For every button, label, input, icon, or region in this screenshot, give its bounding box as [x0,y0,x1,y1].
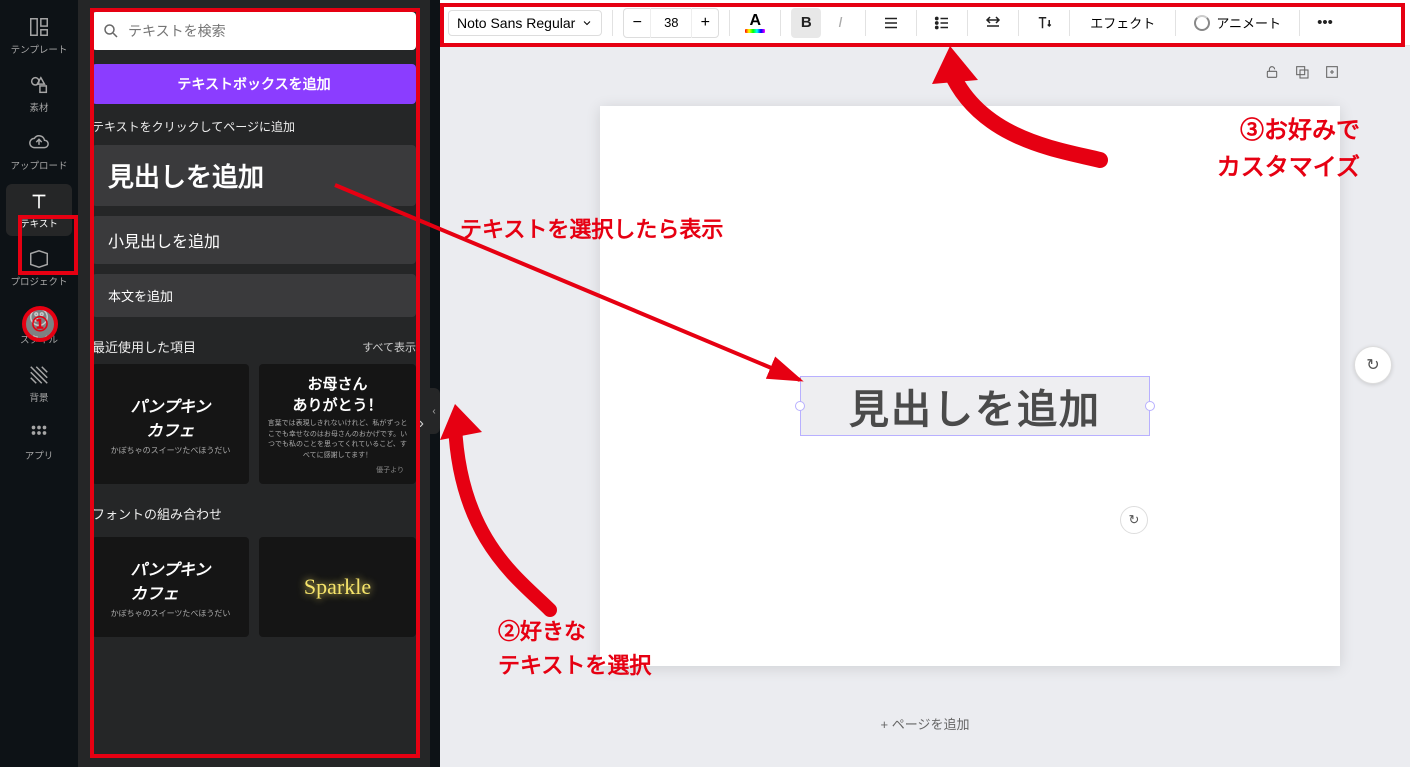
sync-button[interactable]: ↻ [1120,506,1148,534]
carousel-next-icon[interactable]: › [419,415,424,433]
list-button[interactable] [927,8,957,38]
rail-elements[interactable]: 素材 [6,68,72,120]
add-textbox-button[interactable]: テキストボックスを追加 [92,64,416,104]
animate-button[interactable]: アニメート [1186,13,1289,32]
show-all-link[interactable]: すべて表示 [362,339,416,355]
annotation-step-1: ① [22,306,58,342]
rail-apps[interactable]: アプリ [6,416,72,468]
font-combo-title: フォントの組み合わせ [92,504,222,523]
separator [612,10,613,36]
textbox-text[interactable]: 見出しを追加 [849,377,1101,435]
floating-action-button[interactable]: ↻ [1354,346,1392,384]
canvas-area: 見出しを追加 ↻ ↻ + ページを追加 [440,46,1410,767]
rail-apps-label: アプリ [25,448,54,462]
rail-upload-label: アップロード [10,158,67,172]
recent-title: 最近使用した項目 [92,337,196,356]
color-swatch [745,29,765,33]
effects-button[interactable]: エフェクト [1080,13,1165,32]
search-input[interactable] [128,23,406,39]
add-body-button[interactable]: 本文を追加 [92,274,416,317]
rail-text[interactable]: テキスト [6,184,72,236]
selected-textbox[interactable]: 見出しを追加 [800,376,1150,436]
rail-upload[interactable]: アップロード [6,126,72,178]
separator [1299,10,1300,36]
left-rail: テンプレート 素材 アップロード テキスト プロジェクト スタイル 背景 アプリ [0,0,78,767]
text-toolbar: Noto Sans Regular − 38 + A B I エフェクト アニメ… [440,0,1410,46]
separator [865,10,866,36]
text-color-icon: A [750,13,762,29]
text-color-button[interactable]: A [740,13,770,33]
font-size-increase[interactable]: + [692,14,718,32]
combo-thumb-1[interactable]: パンプキンカフェ かぼちゃのスイーツたべほうだい [92,537,249,637]
combo-thumb-2[interactable]: Sparkle [259,537,416,637]
rail-template-label: テンプレート [11,42,68,56]
panel-collapse-handle[interactable]: ‹ [428,388,440,434]
animate-icon [1194,15,1210,31]
recent-thumb-2[interactable]: お母さんありがとう！ 言葉では表現しきれないけれど、私がずっとこでも幸せなのはお… [259,364,416,484]
separator [916,10,917,36]
canvas-page[interactable]: 見出しを追加 ↻ [600,106,1340,666]
rail-background[interactable]: 背景 [6,358,72,410]
page-tools [1262,62,1342,82]
animate-label: アニメート [1216,13,1281,32]
more-button[interactable]: ••• [1310,8,1340,38]
font-picker[interactable]: Noto Sans Regular [448,10,602,36]
add-heading-button[interactable]: 見出しを追加 [92,145,416,206]
separator [967,10,968,36]
rail-projects-label: プロジェクト [10,274,67,288]
resize-handle-right[interactable] [1145,401,1155,411]
font-size-stepper: − 38 + [623,8,719,38]
add-page-button[interactable]: + ページを追加 [881,714,970,733]
recent-thumbs: パンプキンカフェ かぼちゃのスイーツたべほうだい お母さんありがとう！ 言葉では… [92,364,416,484]
separator [729,10,730,36]
rail-text-label: テキスト [20,216,58,230]
resize-handle-left[interactable] [795,401,805,411]
rail-elements-label: 素材 [29,100,48,114]
align-button[interactable] [876,8,906,38]
font-name: Noto Sans Regular [457,15,575,31]
italic-button[interactable]: I [825,8,855,38]
font-size-value[interactable]: 38 [650,8,692,38]
vertical-text-button[interactable] [1029,8,1059,38]
spacing-button[interactable] [978,8,1008,38]
add-subheading-button[interactable]: 小見出しを追加 [92,216,416,264]
combo-thumbs: パンプキンカフェ かぼちゃのスイーツたべほうだい Sparkle [92,537,416,637]
recent-thumb-1[interactable]: パンプキンカフェ かぼちゃのスイーツたべほうだい [92,364,249,484]
add-page-icon[interactable] [1322,62,1342,82]
rail-background-label: 背景 [29,390,48,404]
search-icon [102,22,120,40]
separator [780,10,781,36]
text-panel: テキストボックスを追加 テキストをクリックしてページに追加 見出しを追加 小見出… [78,0,430,767]
rail-template[interactable]: テンプレート [6,10,72,62]
panel-hint: テキストをクリックしてページに追加 [92,118,416,135]
bold-button[interactable]: B [791,8,821,38]
lock-icon[interactable] [1262,62,1282,82]
rail-projects[interactable]: プロジェクト [6,242,72,294]
duplicate-icon[interactable] [1292,62,1312,82]
separator [1069,10,1070,36]
chevron-down-icon [581,17,593,29]
font-size-decrease[interactable]: − [624,14,650,32]
separator [1175,10,1176,36]
search-bar[interactable] [92,12,416,50]
separator [1018,10,1019,36]
